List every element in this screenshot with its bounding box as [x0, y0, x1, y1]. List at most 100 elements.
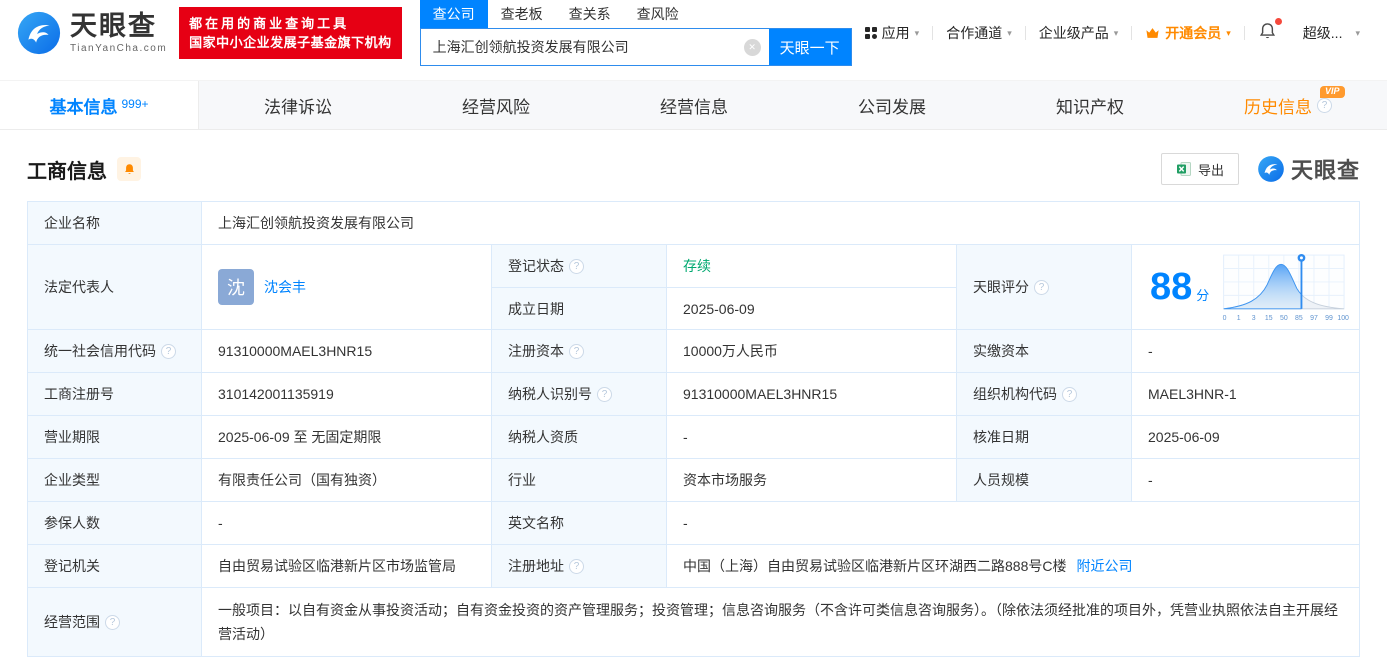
score-label-cell: 天眼评分 ?: [956, 245, 1131, 329]
score-value: 88: [1150, 266, 1193, 308]
apps-grid-icon: [864, 27, 877, 39]
tab-history-info[interactable]: 历史信息 ? VIP: [1189, 81, 1387, 129]
chevron-down-icon: ▾: [1113, 27, 1119, 38]
menu-enterprise-products[interactable]: 企业级产品 ▾: [1026, 23, 1132, 43]
table-row: 统一社会信用代码 ? 91310000MAEL3HNR15 注册资本 ? 100…: [28, 329, 1359, 372]
vip-badge: VIP: [1320, 86, 1345, 98]
reg-number-label: 工商注册号: [28, 373, 201, 415]
credit-code-value: 91310000MAEL3HNR15: [201, 330, 491, 372]
chevron-down-icon: ▾: [1007, 27, 1012, 38]
notification-bell-icon: [1259, 23, 1275, 39]
help-icon[interactable]: ?: [1317, 97, 1332, 113]
tianyancha-logo[interactable]: 天眼查 TianYanCha.com: [16, 10, 167, 56]
paid-capital-label: 实缴资本: [956, 330, 1131, 372]
slogan-banner: 都在用的商业查询工具 国家中小企业发展子基金旗下机构: [179, 7, 402, 59]
help-icon[interactable]: ?: [597, 386, 612, 402]
search-tab-relation[interactable]: 查关系: [569, 0, 611, 28]
search-tab-company[interactable]: 查公司: [419, 0, 488, 28]
legal-rep-cell: 沈 沈会丰: [201, 245, 491, 329]
svg-text:85: 85: [1295, 314, 1303, 321]
tab-intellectual-property[interactable]: 知识产权: [991, 81, 1189, 129]
menu-apps[interactable]: 应用 ▾: [852, 23, 933, 43]
english-name-value: -: [666, 502, 1359, 544]
insured-count-label: 参保人数: [28, 502, 201, 544]
tab-history-label: 历史信息: [1244, 97, 1312, 117]
slogan-line1: 都在用的商业查询工具: [189, 16, 350, 31]
reg-authority-value: 自由贸易试验区临港新片区市场监管局: [201, 545, 491, 587]
menu-open-vip[interactable]: 开通会员 ▾: [1132, 23, 1244, 43]
tab-operation-risk[interactable]: 经营风险: [397, 81, 595, 129]
menu-partner-label: 合作通道: [946, 25, 1003, 41]
business-scope-label-cell: 经营范围 ?: [28, 588, 201, 656]
slogan-line2: 国家中小企业发展子基金旗下机构: [189, 35, 392, 50]
tianyancha-company-page: 天眼查 TianYanCha.com 都在用的商业查询工具 国家中小企业发展子基…: [0, 0, 1387, 667]
table-row: 工商注册号 310142001135919 纳税人识别号 ? 91310000M…: [28, 372, 1359, 415]
chevron-down-icon: ▾: [1226, 27, 1231, 38]
help-icon[interactable]: ?: [569, 343, 584, 359]
legal-rep-label: 法定代表人: [28, 245, 201, 329]
legal-rep-name-link[interactable]: 沈会丰: [264, 277, 306, 297]
monitor-bell-button[interactable]: [117, 157, 141, 181]
tab-operation-info[interactable]: 经营信息: [595, 81, 793, 129]
tab-company-development[interactable]: 公司发展: [793, 81, 991, 129]
export-button[interactable]: 导出: [1160, 153, 1239, 185]
svg-text:97: 97: [1310, 314, 1318, 321]
brand-domain: TianYanCha.com: [70, 42, 168, 54]
menu-account[interactable]: 超级... ▾: [1290, 23, 1373, 43]
help-icon[interactable]: ?: [569, 258, 584, 274]
notifications-button[interactable]: [1245, 18, 1290, 44]
business-scope-label: 经营范围: [44, 614, 100, 630]
table-row: 营业期限 2025-06-09 至 无固定期限 纳税人资质 - 核准日期 202…: [28, 415, 1359, 458]
score-unit: 分: [1196, 287, 1210, 303]
clear-icon[interactable]: ✕: [743, 38, 761, 56]
reg-capital-value: 10000万人民币: [666, 330, 956, 372]
search-tab-boss[interactable]: 查老板: [501, 0, 543, 28]
reg-capital-label: 注册资本: [508, 343, 564, 359]
menu-partner-channel[interactable]: 合作通道 ▾: [933, 23, 1025, 43]
company-type-label: 企业类型: [28, 459, 201, 501]
tab-basic-label: 基本信息: [49, 97, 118, 117]
tianyancha-swirl-icon: [1258, 156, 1284, 182]
business-scope-value: 一般项目：以自有资金从事投资活动；自有资金投资的资产管理服务；投资管理；信息咨询…: [201, 588, 1359, 656]
reg-status-label-cell: 登记状态 ?: [491, 245, 666, 287]
export-label: 导出: [1197, 162, 1224, 178]
nearby-companies-link[interactable]: 附近公司: [1076, 556, 1132, 576]
business-term-label: 营业期限: [28, 416, 201, 458]
legal-rep-avatar[interactable]: 沈: [218, 269, 254, 305]
search-input-wrap: ✕: [420, 29, 769, 65]
credit-code-label: 统一社会信用代码: [44, 343, 156, 359]
notification-dot: [1274, 18, 1282, 25]
company-name-value: 上海汇创领航投资发展有限公司: [201, 202, 1359, 244]
bell-icon: [124, 163, 134, 174]
paid-capital-value: -: [1131, 330, 1359, 372]
company-type-value: 有限责任公司（国有独资）: [201, 459, 491, 501]
menu-apps-label: 应用: [881, 25, 910, 41]
establish-date-label: 成立日期: [491, 287, 666, 329]
help-icon[interactable]: ?: [105, 614, 120, 630]
help-icon[interactable]: ?: [1062, 386, 1077, 402]
section-header-right: 导出 天眼查: [1160, 153, 1360, 185]
main-content: 工商信息 导出 天眼查 企业名称 上海汇创领航投资发展有限公司 法定代表人 沈 …: [0, 153, 1387, 657]
tab-legal-litigation[interactable]: 法律诉讼: [199, 81, 397, 129]
svg-text:1: 1: [1237, 314, 1241, 321]
company-section-tabs: 基本信息 999+ 法律诉讼 经营风险 经营信息 公司发展 知识产权 历史信息 …: [0, 80, 1387, 130]
watermark-brand: 天眼查: [1290, 158, 1360, 183]
help-icon[interactable]: ?: [569, 558, 584, 574]
search-block: 查公司 查老板 查关系 查风险 ✕ 天眼一下: [419, 0, 852, 66]
staff-size-label: 人员规模: [956, 459, 1131, 501]
approval-date-label: 核准日期: [956, 416, 1131, 458]
industry-label: 行业: [491, 459, 666, 501]
taxpayer-id-label: 纳税人识别号: [508, 386, 592, 402]
tab-basic-info[interactable]: 基本信息 999+: [0, 81, 199, 129]
chevron-down-icon: ▾: [914, 27, 920, 38]
org-code-label-cell: 组织机构代码 ?: [956, 373, 1131, 415]
table-row: 企业类型 有限责任公司（国有独资） 行业 资本市场服务 人员规模 -: [28, 458, 1359, 501]
crown-icon: [1146, 28, 1159, 38]
menu-vip-label: 开通会员: [1165, 25, 1222, 41]
brand-name: 天眼查: [70, 10, 157, 41]
search-input[interactable]: [432, 39, 744, 55]
help-icon[interactable]: ?: [161, 343, 176, 359]
search-button[interactable]: 天眼一下: [768, 29, 851, 65]
search-tab-risk[interactable]: 查风险: [637, 0, 679, 28]
help-icon[interactable]: ?: [1034, 279, 1049, 295]
